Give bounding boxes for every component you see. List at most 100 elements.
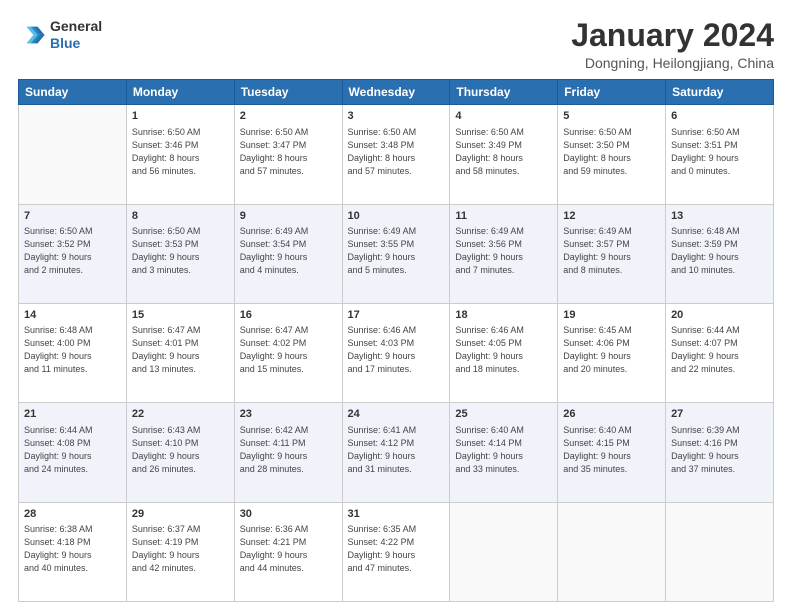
day-info: Sunrise: 6:48 AM Sunset: 4:00 PM Dayligh…	[24, 324, 121, 376]
day-number: 19	[563, 308, 660, 323]
day-info: Sunrise: 6:41 AM Sunset: 4:12 PM Dayligh…	[348, 424, 445, 476]
day-info: Sunrise: 6:42 AM Sunset: 4:11 PM Dayligh…	[240, 424, 337, 476]
day-number: 8	[132, 209, 229, 224]
day-info: Sunrise: 6:38 AM Sunset: 4:18 PM Dayligh…	[24, 523, 121, 575]
calendar-cell: 5 Sunrise: 6:50 AM Sunset: 3:50 PM Daylig…	[558, 105, 666, 204]
calendar-body: 1 Sunrise: 6:50 AM Sunset: 3:46 PM Daylig…	[19, 105, 774, 602]
day-number: 29	[132, 507, 229, 522]
calendar-cell: 22 Sunrise: 6:43 AM Sunset: 4:10 PM Dayli…	[126, 403, 234, 502]
weekday-header-tuesday: Tuesday	[234, 80, 342, 105]
day-info: Sunrise: 6:39 AM Sunset: 4:16 PM Dayligh…	[671, 424, 768, 476]
calendar-cell: 8Sunrise: 6:50 AM Sunset: 3:53 PM Daylig…	[126, 204, 234, 303]
week-row-3: 14Sunrise: 6:48 AM Sunset: 4:00 PM Dayli…	[19, 303, 774, 402]
calendar-cell: 19Sunrise: 6:45 AM Sunset: 4:06 PM Dayli…	[558, 303, 666, 402]
calendar-cell: 21Sunrise: 6:44 AM Sunset: 4:08 PM Dayli…	[19, 403, 127, 502]
day-info: Sunrise: 6:48 AM Sunset: 3:59 PM Dayligh…	[671, 225, 768, 277]
day-number: 15	[132, 308, 229, 323]
calendar-cell: 28Sunrise: 6:38 AM Sunset: 4:18 PM Dayli…	[19, 502, 127, 601]
calendar-cell: 31Sunrise: 6:35 AM Sunset: 4:22 PM Dayli…	[342, 502, 450, 601]
calendar-cell: 17Sunrise: 6:46 AM Sunset: 4:03 PM Dayli…	[342, 303, 450, 402]
calendar-cell: 27 Sunrise: 6:39 AM Sunset: 4:16 PM Dayli…	[666, 403, 774, 502]
logo-text: General Blue	[50, 18, 102, 52]
day-info: Sunrise: 6:50 AM Sunset: 3:50 PM Dayligh…	[563, 126, 660, 178]
day-number: 20	[671, 308, 768, 323]
day-info: Sunrise: 6:47 AM Sunset: 4:02 PM Dayligh…	[240, 324, 337, 376]
logo-blue: Blue	[50, 35, 102, 52]
calendar-cell: 11Sunrise: 6:49 AM Sunset: 3:56 PM Dayli…	[450, 204, 558, 303]
day-number: 6	[671, 109, 768, 124]
calendar-cell: 18Sunrise: 6:46 AM Sunset: 4:05 PM Dayli…	[450, 303, 558, 402]
weekday-header-thursday: Thursday	[450, 80, 558, 105]
calendar-cell	[450, 502, 558, 601]
day-number: 27	[671, 407, 768, 422]
day-number: 10	[348, 209, 445, 224]
day-info: Sunrise: 6:49 AM Sunset: 3:55 PM Dayligh…	[348, 225, 445, 277]
day-number: 12	[563, 209, 660, 224]
calendar-cell: 23 Sunrise: 6:42 AM Sunset: 4:11 PM Dayli…	[234, 403, 342, 502]
day-info: Sunrise: 6:36 AM Sunset: 4:21 PM Dayligh…	[240, 523, 337, 575]
calendar-cell: 7Sunrise: 6:50 AM Sunset: 3:52 PM Daylig…	[19, 204, 127, 303]
day-number: 16	[240, 308, 337, 323]
day-info: Sunrise: 6:43 AM Sunset: 4:10 PM Dayligh…	[132, 424, 229, 476]
day-number: 4	[455, 109, 552, 124]
week-row-4: 21Sunrise: 6:44 AM Sunset: 4:08 PM Dayli…	[19, 403, 774, 502]
calendar-cell: 6 Sunrise: 6:50 AM Sunset: 3:51 PM Daylig…	[666, 105, 774, 204]
weekday-row: SundayMondayTuesdayWednesdayThursdayFrid…	[19, 80, 774, 105]
day-info: Sunrise: 6:49 AM Sunset: 3:56 PM Dayligh…	[455, 225, 552, 277]
day-info: Sunrise: 6:49 AM Sunset: 3:54 PM Dayligh…	[240, 225, 337, 277]
day-info: Sunrise: 6:40 AM Sunset: 4:15 PM Dayligh…	[563, 424, 660, 476]
logo-general: General	[50, 18, 102, 35]
calendar-header: SundayMondayTuesdayWednesdayThursdayFrid…	[19, 80, 774, 105]
day-number: 9	[240, 209, 337, 224]
day-number: 2	[240, 109, 337, 124]
calendar-cell: 1 Sunrise: 6:50 AM Sunset: 3:46 PM Daylig…	[126, 105, 234, 204]
day-number: 31	[348, 507, 445, 522]
day-info: Sunrise: 6:37 AM Sunset: 4:19 PM Dayligh…	[132, 523, 229, 575]
weekday-header-sunday: Sunday	[19, 80, 127, 105]
logo: General Blue	[18, 18, 102, 52]
calendar-cell: 14Sunrise: 6:48 AM Sunset: 4:00 PM Dayli…	[19, 303, 127, 402]
day-info: Sunrise: 6:50 AM Sunset: 3:51 PM Dayligh…	[671, 126, 768, 178]
weekday-header-friday: Friday	[558, 80, 666, 105]
day-info: Sunrise: 6:50 AM Sunset: 3:52 PM Dayligh…	[24, 225, 121, 277]
calendar-cell: 3Sunrise: 6:50 AM Sunset: 3:48 PM Daylig…	[342, 105, 450, 204]
day-info: Sunrise: 6:50 AM Sunset: 3:49 PM Dayligh…	[455, 126, 552, 178]
calendar-cell: 26 Sunrise: 6:40 AM Sunset: 4:15 PM Dayli…	[558, 403, 666, 502]
day-info: Sunrise: 6:50 AM Sunset: 3:53 PM Dayligh…	[132, 225, 229, 277]
logo-icon	[18, 21, 46, 49]
day-number: 23	[240, 407, 337, 422]
day-number: 26	[563, 407, 660, 422]
day-info: Sunrise: 6:46 AM Sunset: 4:05 PM Dayligh…	[455, 324, 552, 376]
location: Dongning, Heilongjiang, China	[571, 55, 774, 71]
weekday-header-monday: Monday	[126, 80, 234, 105]
day-number: 22	[132, 407, 229, 422]
week-row-1: 1 Sunrise: 6:50 AM Sunset: 3:46 PM Daylig…	[19, 105, 774, 204]
calendar-cell: 30Sunrise: 6:36 AM Sunset: 4:21 PM Dayli…	[234, 502, 342, 601]
calendar-cell: 12Sunrise: 6:49 AM Sunset: 3:57 PM Dayli…	[558, 204, 666, 303]
day-info: Sunrise: 6:50 AM Sunset: 3:46 PM Dayligh…	[132, 126, 229, 178]
calendar-cell: 10Sunrise: 6:49 AM Sunset: 3:55 PM Dayli…	[342, 204, 450, 303]
calendar-cell: 4 Sunrise: 6:50 AM Sunset: 3:49 PM Daylig…	[450, 105, 558, 204]
day-number: 28	[24, 507, 121, 522]
calendar-cell	[558, 502, 666, 601]
day-number: 30	[240, 507, 337, 522]
day-number: 21	[24, 407, 121, 422]
calendar-cell: 13Sunrise: 6:48 AM Sunset: 3:59 PM Dayli…	[666, 204, 774, 303]
calendar-cell: 29Sunrise: 6:37 AM Sunset: 4:19 PM Dayli…	[126, 502, 234, 601]
day-number: 11	[455, 209, 552, 224]
week-row-2: 7Sunrise: 6:50 AM Sunset: 3:52 PM Daylig…	[19, 204, 774, 303]
calendar-table: SundayMondayTuesdayWednesdayThursdayFrid…	[18, 79, 774, 602]
day-number: 13	[671, 209, 768, 224]
month-title: January 2024	[571, 18, 774, 53]
calendar-cell: 20Sunrise: 6:44 AM Sunset: 4:07 PM Dayli…	[666, 303, 774, 402]
day-number: 14	[24, 308, 121, 323]
day-number: 25	[455, 407, 552, 422]
day-info: Sunrise: 6:35 AM Sunset: 4:22 PM Dayligh…	[348, 523, 445, 575]
day-number: 5	[563, 109, 660, 124]
calendar-cell	[19, 105, 127, 204]
day-info: Sunrise: 6:44 AM Sunset: 4:07 PM Dayligh…	[671, 324, 768, 376]
day-number: 1	[132, 109, 229, 124]
day-info: Sunrise: 6:40 AM Sunset: 4:14 PM Dayligh…	[455, 424, 552, 476]
calendar-cell: 15Sunrise: 6:47 AM Sunset: 4:01 PM Dayli…	[126, 303, 234, 402]
day-number: 24	[348, 407, 445, 422]
